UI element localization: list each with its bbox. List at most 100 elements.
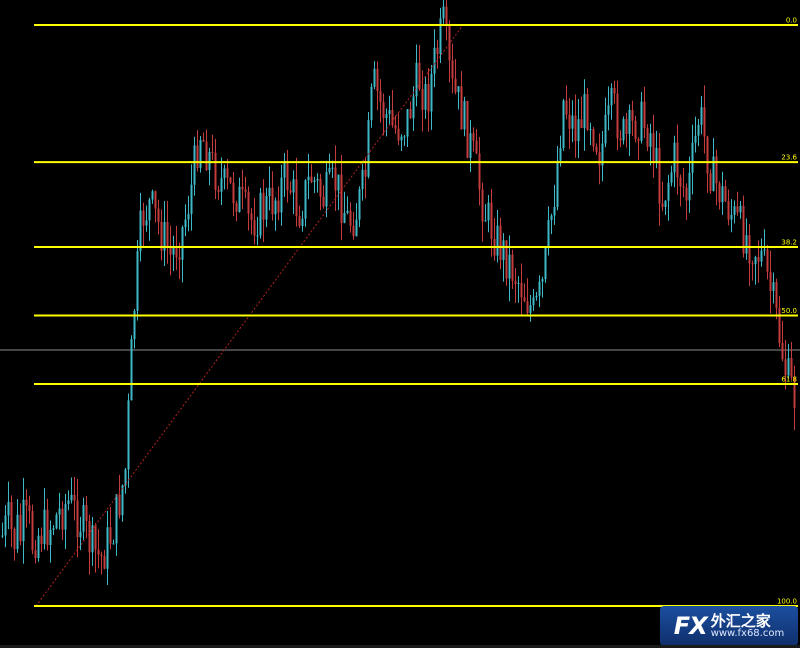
candle <box>184 204 187 237</box>
candle-body <box>187 213 190 220</box>
candle <box>460 71 463 130</box>
candle-body <box>109 527 112 544</box>
candle <box>676 124 679 195</box>
candle-body <box>310 176 313 182</box>
candle-body <box>646 128 649 147</box>
candle <box>274 197 277 231</box>
candle <box>565 85 568 120</box>
candle-body <box>256 235 259 237</box>
candle-body <box>343 212 346 223</box>
candle <box>754 255 757 285</box>
candle-body <box>700 107 703 125</box>
candle-body <box>472 133 475 141</box>
candle <box>511 249 514 289</box>
candle <box>571 100 574 143</box>
candle <box>223 164 226 190</box>
candle-body <box>514 280 517 284</box>
candle-body <box>79 531 82 538</box>
candle <box>454 59 457 95</box>
candle-body <box>469 133 472 158</box>
candle-body <box>412 96 415 119</box>
candle-body <box>106 527 109 569</box>
candle <box>127 393 130 488</box>
candle <box>370 83 373 128</box>
candle <box>724 179 727 203</box>
candle-body <box>352 225 355 237</box>
candle <box>574 94 577 158</box>
candle <box>106 510 109 585</box>
candle <box>292 170 295 214</box>
candle <box>400 134 403 151</box>
candle-body <box>349 210 352 226</box>
candle <box>478 137 481 206</box>
candle <box>643 86 646 139</box>
candle-body <box>229 177 232 183</box>
candle-body <box>691 142 694 173</box>
candle-body <box>679 177 682 187</box>
candle-body <box>220 178 223 192</box>
candle <box>253 198 256 245</box>
candle-body <box>148 199 151 221</box>
candle <box>616 80 619 151</box>
candle-body <box>355 219 358 237</box>
candle-body <box>76 500 79 538</box>
candle-body <box>511 254 514 281</box>
candle-body <box>433 47 436 74</box>
candle <box>562 98 565 151</box>
candle <box>337 174 340 211</box>
candle <box>109 507 112 550</box>
candle-body <box>247 191 250 214</box>
candle-body <box>766 249 769 272</box>
candle <box>148 197 151 241</box>
candle <box>199 136 202 173</box>
candle-body <box>277 200 280 213</box>
candle-body <box>667 182 670 201</box>
candle <box>7 481 10 530</box>
candle <box>271 171 274 221</box>
candle <box>601 131 604 182</box>
candle-body <box>502 240 505 261</box>
candle-body <box>496 225 499 256</box>
candle <box>733 200 736 224</box>
candle <box>442 0 445 24</box>
candle-body <box>631 109 634 121</box>
candle <box>73 476 76 521</box>
candle-body <box>367 120 370 177</box>
candle <box>625 112 628 148</box>
candle <box>295 157 298 227</box>
candle-body <box>559 148 562 161</box>
candle <box>322 185 325 209</box>
candle <box>175 225 178 271</box>
candle-body <box>385 114 388 119</box>
candle <box>493 218 496 261</box>
price-chart[interactable]: 0.0 23.6 38.2 50.0 61.8 100.0 <box>0 0 800 648</box>
candle <box>280 164 283 226</box>
candle <box>112 539 115 545</box>
candle <box>85 495 88 537</box>
candle-body <box>541 279 544 282</box>
candle-body <box>280 177 283 213</box>
candle-body <box>214 152 217 190</box>
candle-body <box>733 206 736 215</box>
candle-body <box>673 142 676 173</box>
candle-body <box>577 119 580 142</box>
candle-body <box>532 297 535 306</box>
candle-body <box>10 501 13 530</box>
candle-body <box>520 282 523 298</box>
candle <box>319 173 322 211</box>
candle-body <box>625 119 628 134</box>
candle <box>568 98 571 149</box>
candle <box>448 20 451 83</box>
candle <box>406 108 409 148</box>
candle-body <box>724 186 727 202</box>
candle <box>484 204 487 222</box>
candle-body <box>781 342 784 360</box>
candle-body <box>457 86 460 93</box>
candle <box>607 86 610 131</box>
candle <box>163 201 166 266</box>
candle-body <box>127 400 130 470</box>
candles-layer <box>1 0 796 585</box>
candle-body <box>67 500 70 505</box>
candle <box>352 211 355 240</box>
candle-body <box>376 68 379 92</box>
